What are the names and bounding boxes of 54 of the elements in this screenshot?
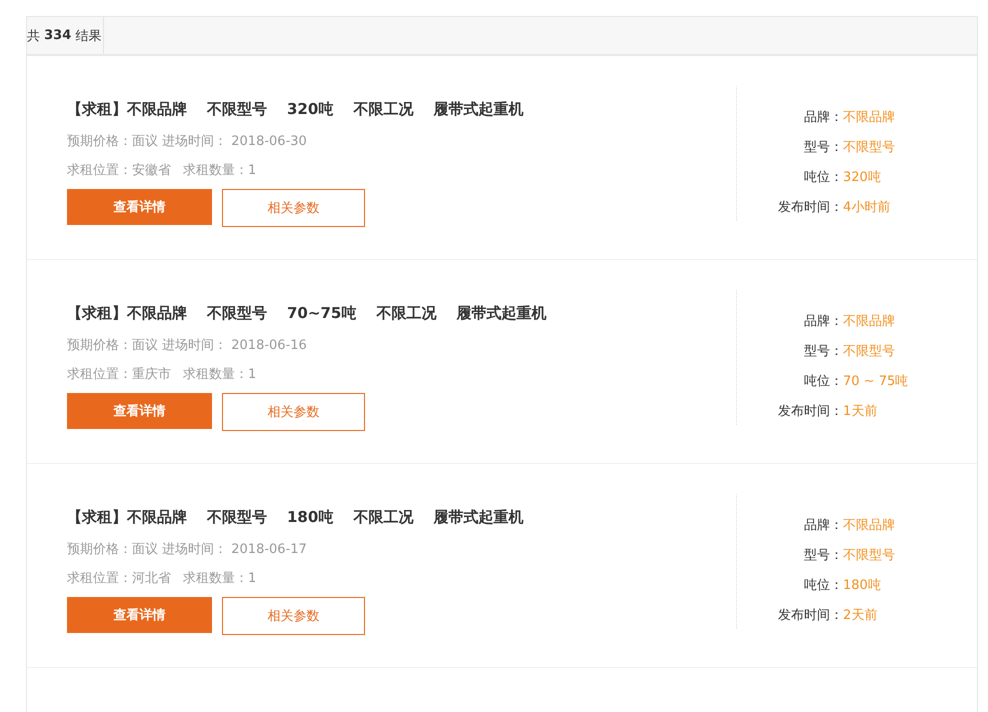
spec-label: 型号： (803, 139, 843, 157)
quantity-text: 求租数量：1 (183, 570, 256, 588)
spec-label: 型号： (803, 343, 843, 361)
spec-value: 2天前 (843, 607, 878, 625)
location-text: 求租位置：安徽省 (67, 162, 171, 180)
spec-label: 品牌： (803, 517, 843, 535)
view-details-button[interactable]: 查看详情 (67, 189, 212, 225)
location-text: 求租位置：河北省 (67, 570, 171, 588)
spec-value: 320吨 (843, 169, 882, 187)
spec-value: 不限型号 (843, 343, 896, 361)
spec-value: 1天前 (843, 403, 878, 421)
listing-title-part: 履带式起重机 (456, 304, 546, 323)
spec-value: 不限品牌 (843, 313, 896, 331)
spec-label: 发布时间： (777, 607, 843, 625)
quantity-text: 求租数量：1 (183, 366, 256, 384)
spec-label: 发布时间： (777, 403, 843, 421)
listing-title-part: 履带式起重机 (433, 508, 524, 527)
spec-label: 发布时间： (777, 199, 843, 217)
spec-label: 吨位： (803, 577, 843, 595)
listing-title-part: 不限工况 (376, 304, 436, 323)
spec-label: 品牌： (803, 313, 843, 331)
parameters-button[interactable]: 相关参数 (222, 597, 365, 635)
spec-value: 不限型号 (843, 139, 896, 157)
price-date-text: 预期价格：面议 进场时间： 2018-06-30 (67, 133, 307, 151)
spec-label: 吨位： (803, 169, 843, 187)
spec-value: 不限品牌 (843, 109, 896, 127)
spec-value: 180吨 (843, 577, 882, 595)
listing-title-part: 【求租】不限品牌 (67, 100, 187, 119)
location-text: 求租位置：重庆市 (67, 366, 171, 384)
listing-title-part: 不限型号 (207, 100, 267, 119)
listing-title-part: 180吨 (287, 508, 334, 527)
price-date-text: 预期价格：面议 进场时间： 2018-06-16 (67, 337, 307, 355)
listing-title-part: 不限型号 (207, 304, 267, 323)
listing-title-part: 履带式起重机 (433, 100, 524, 119)
listing-title-part: 【求租】不限品牌 (67, 508, 187, 527)
listing-title-part: 不限工况 (353, 508, 414, 527)
spec-label: 吨位： (803, 373, 843, 391)
spec-value: 不限品牌 (843, 517, 896, 535)
parameters-button[interactable]: 相关参数 (222, 189, 365, 227)
spec-value: 不限型号 (843, 547, 896, 565)
listing-title-part: 70~75吨 (287, 304, 356, 323)
price-date-text: 预期价格：面议 进场时间： 2018-06-17 (67, 541, 307, 559)
listing-title-part: 320吨 (287, 100, 334, 119)
listing-title-part: 不限工况 (353, 100, 414, 119)
spec-value: 4小时前 (843, 199, 892, 217)
view-details-button[interactable]: 查看详情 (67, 393, 212, 429)
listing-title-part: 【求租】不限品牌 (67, 304, 187, 323)
parameters-button[interactable]: 相关参数 (222, 393, 365, 431)
spec-label: 型号： (803, 547, 843, 565)
listing-title-part: 不限型号 (207, 508, 267, 527)
quantity-text: 求租数量：1 (183, 162, 256, 180)
spec-value: 70 ~ 75吨 (843, 373, 910, 391)
spec-label: 品牌： (803, 109, 843, 127)
view-details-button[interactable]: 查看详情 (67, 597, 212, 633)
